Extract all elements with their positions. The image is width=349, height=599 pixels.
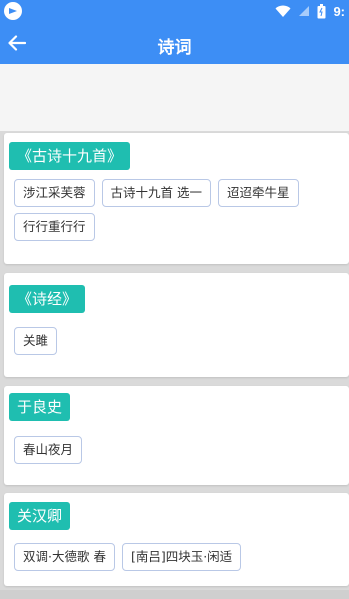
poem-chip[interactable]: 迢迢牵牛星	[218, 179, 299, 207]
app-header: 诗词	[0, 22, 349, 64]
author-card: 关汉卿 双调·大德歌 春 [南吕]四块玉·闲适	[4, 493, 349, 586]
poem-chip[interactable]: 行行重行行	[14, 213, 95, 241]
bottom-edge	[0, 590, 349, 599]
poem-chip[interactable]: 古诗十九首 选一	[101, 179, 211, 207]
poem-list: 关雎	[14, 327, 344, 355]
author-card: 于良史 春山夜月	[4, 386, 349, 485]
app-logo-icon	[4, 2, 22, 20]
author-tag[interactable]: 于良史	[9, 393, 71, 421]
poem-chip[interactable]: 涉江采芙蓉	[14, 179, 95, 207]
battery-icon	[317, 3, 326, 18]
author-card: 《诗经》 关雎	[4, 273, 349, 377]
poem-list: 双调·大德歌 春 [南吕]四块玉·闲适	[14, 543, 344, 571]
top-spacer	[0, 64, 349, 132]
signal-icon	[299, 6, 310, 16]
poem-list: 春山夜月	[14, 436, 344, 464]
author-tag[interactable]: 《诗经》	[9, 285, 86, 313]
wifi-icon	[275, 5, 291, 17]
status-bar: 9:	[0, 0, 349, 22]
poem-chip[interactable]: 春山夜月	[14, 436, 83, 464]
author-tag[interactable]: 《古诗十九首》	[9, 142, 131, 170]
poem-list: 涉江采芙蓉 古诗十九首 选一 迢迢牵牛星 行行重行行	[14, 179, 344, 241]
poem-chip[interactable]: 关雎	[14, 327, 58, 355]
author-card: 《古诗十九首》 涉江采芙蓉 古诗十九首 选一 迢迢牵牛星 行行重行行	[4, 133, 349, 264]
poem-chip[interactable]: 双调·大德歌 春	[14, 543, 115, 571]
status-time: 9:	[333, 3, 345, 19]
page-title: 诗词	[157, 38, 192, 58]
poem-chip[interactable]: [南吕]四块玉·闲适	[121, 543, 242, 571]
author-tag[interactable]: 关汉卿	[9, 502, 71, 530]
